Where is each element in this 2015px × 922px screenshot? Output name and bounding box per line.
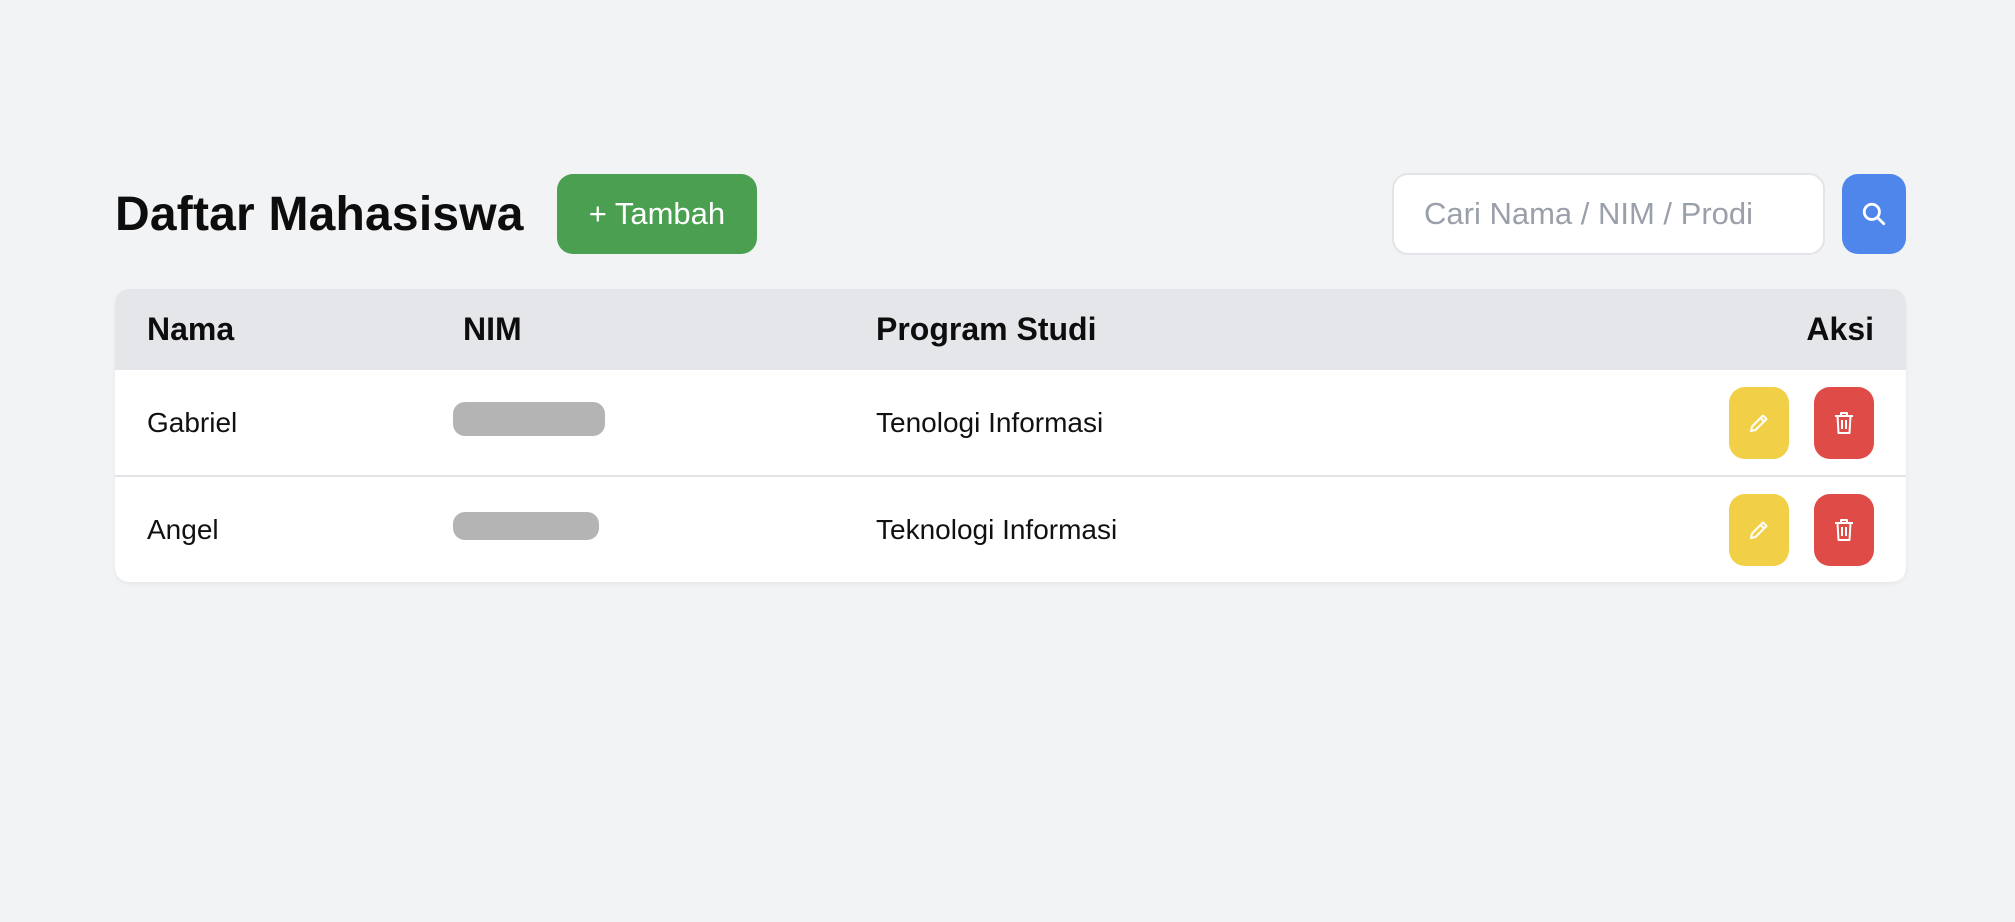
column-header-nama: Nama	[147, 311, 235, 347]
page-title: Daftar Mahasiswa	[115, 187, 524, 241]
redacted-nim	[453, 512, 599, 540]
cell-aksi	[1474, 475, 1906, 582]
search-bar	[1392, 173, 1906, 255]
column-header-aksi: Aksi	[1806, 311, 1874, 347]
search-icon	[1862, 202, 1886, 226]
student-table-card: Nama NIM Program Studi Aksi Gabriel Teno…	[115, 289, 1906, 582]
row-actions	[1729, 386, 1874, 459]
row-actions	[1729, 493, 1874, 566]
delete-button[interactable]	[1814, 386, 1874, 459]
cell-nama: Angel	[115, 475, 431, 582]
pencil-icon	[1750, 414, 1768, 432]
redacted-nim	[453, 402, 605, 436]
delete-button[interactable]	[1814, 493, 1874, 566]
cell-nama: Gabriel	[147, 406, 238, 438]
page: Daftar Mahasiswa + Tambah Nama NIM	[0, 0, 2015, 922]
table-header-row: Nama NIM Program Studi Aksi	[115, 289, 1906, 370]
search-input[interactable]	[1392, 173, 1825, 255]
cell-aksi	[1474, 370, 1906, 476]
cell-program-studi: Teknologi Informasi	[844, 475, 1475, 582]
student-table: Nama NIM Program Studi Aksi Gabriel Teno…	[115, 289, 1906, 582]
column-header-nim: NIM	[463, 311, 522, 347]
add-student-button[interactable]: + Tambah	[556, 174, 758, 254]
cell-nim	[431, 370, 844, 476]
search-button[interactable]	[1842, 174, 1906, 254]
cell-program-studi: Tenologi Informasi	[876, 406, 1104, 438]
pencil-icon	[1750, 521, 1768, 539]
trash-icon	[1835, 518, 1853, 541]
column-header-program-studi: Program Studi	[876, 311, 1097, 347]
page-header: Daftar Mahasiswa + Tambah	[115, 173, 1906, 255]
table-row: Gabriel Tenologi Informasi	[115, 370, 1906, 476]
cell-nim	[431, 475, 844, 582]
edit-button[interactable]	[1729, 493, 1789, 566]
trash-icon	[1835, 411, 1853, 434]
edit-button[interactable]	[1729, 386, 1789, 459]
student-list-container: Daftar Mahasiswa + Tambah Nama NIM	[115, 173, 1906, 582]
table-row: Angel Teknologi Informasi	[115, 475, 1906, 582]
